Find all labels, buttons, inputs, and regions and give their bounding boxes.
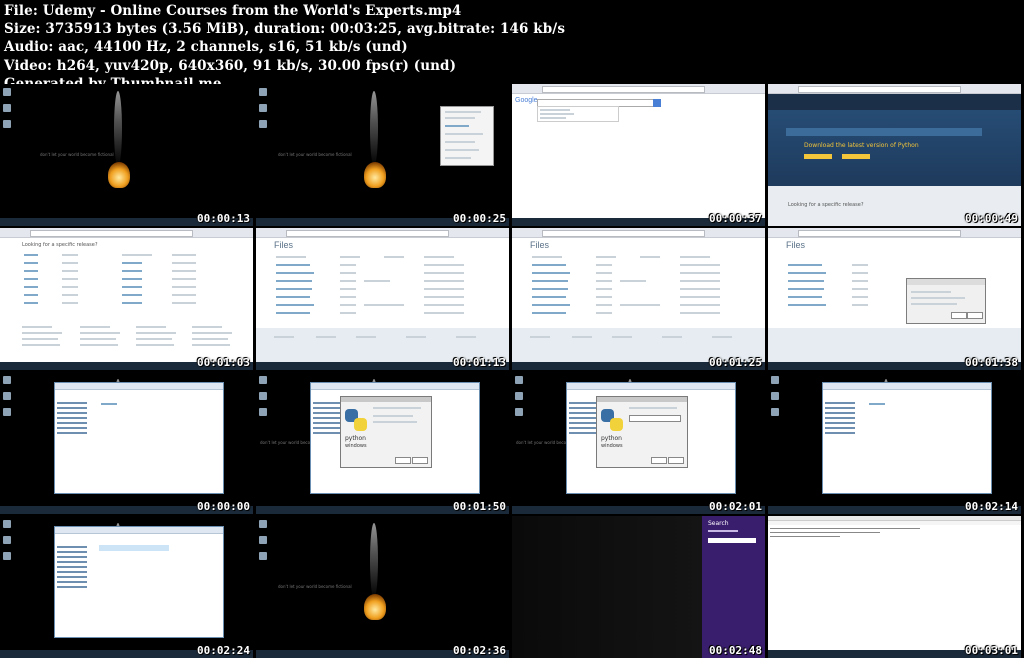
release-heading: Looking for a specific release?	[788, 202, 864, 208]
thumbnail-desktop-2[interactable]: don't let your world become fictional 00…	[256, 516, 509, 658]
google-logo: Google	[515, 97, 538, 104]
timestamp: 00:02:48	[709, 644, 762, 657]
timestamp: 00:03:01	[965, 644, 1018, 657]
metro-search-label: Search	[708, 520, 729, 527]
thumbnail-installer-2[interactable]: don't let your world become fictional py…	[512, 372, 765, 514]
thumbnail-python-org[interactable]: Download the latest version of Python Lo…	[768, 84, 1021, 226]
audio-info: Audio: aac, 44100 Hz, 2 channels, s16, 5…	[4, 39, 408, 56]
windows-word: windows	[601, 443, 623, 449]
python-word: python	[601, 435, 622, 442]
thumbnail-files-2[interactable]: Files 00:01:25	[512, 228, 765, 370]
timestamp: 00:01:38	[965, 356, 1018, 369]
windows-word: windows	[345, 443, 367, 449]
thumbnail-installer-1[interactable]: don't let your world become fictional py…	[256, 372, 509, 514]
thumbnail-google[interactable]: Google 00:00:37	[512, 84, 765, 226]
timestamp: 00:02:01	[709, 500, 762, 513]
thumbnail-files-1[interactable]: Files 00:01:13	[256, 228, 509, 370]
thumbnail-editor-1[interactable]: 00:03:01	[768, 516, 1021, 658]
timestamp: 00:00:00	[197, 500, 250, 513]
timestamp: 00:01:13	[453, 356, 506, 369]
thumbnail-context-menu[interactable]: don't let your world become fictional 00…	[256, 84, 509, 226]
thumbnail-explorer-file[interactable]: 00:02:24	[0, 516, 253, 658]
file-size: Size: 3735913 bytes (3.56 MiB), duration…	[4, 21, 566, 38]
files-heading: Files	[530, 240, 550, 250]
timestamp: 00:01:03	[197, 356, 250, 369]
timestamp: 00:00:25	[453, 212, 506, 225]
thumbnail-files-dialog[interactable]: Files 00:01:38	[768, 228, 1021, 370]
releases-heading: Looking for a specific release?	[22, 242, 98, 248]
timestamp: 00:00:37	[709, 212, 762, 225]
python-word: python	[345, 435, 366, 442]
file-name: File: Udemy - Online Courses from the Wo…	[4, 3, 462, 19]
thumbnail-metro-search[interactable]: Search 00:02:48	[512, 516, 765, 658]
files-heading: Files	[786, 240, 806, 250]
thumbnail-desktop[interactable]: don't let your world become fictional 00…	[0, 84, 253, 226]
timestamp: 00:01:25	[709, 356, 762, 369]
timestamp: 00:02:24	[197, 644, 250, 657]
timestamp: 00:00:49	[965, 212, 1018, 225]
timestamp: 00:01:50	[453, 500, 506, 513]
timestamp: 00:02:36	[453, 644, 506, 657]
timestamp: 00:02:14	[965, 500, 1018, 513]
thumbnail-explorer-folder[interactable]: 00:02:14	[768, 372, 1021, 514]
thumbnail-releases[interactable]: Looking for a specific release? 00:01:03	[0, 228, 253, 370]
file-info: File: Udemy - Online Courses from the Wo…	[4, 2, 565, 93]
thumbnail-explorer[interactable]: 00:00:00	[0, 372, 253, 514]
files-heading: Files	[274, 240, 294, 250]
video-info: Video: h264, yuv420p, 640x360, 91 kb/s, …	[4, 57, 457, 74]
timestamp: 00:00:13	[197, 212, 250, 225]
download-heading: Download the latest version of Python	[804, 142, 919, 149]
